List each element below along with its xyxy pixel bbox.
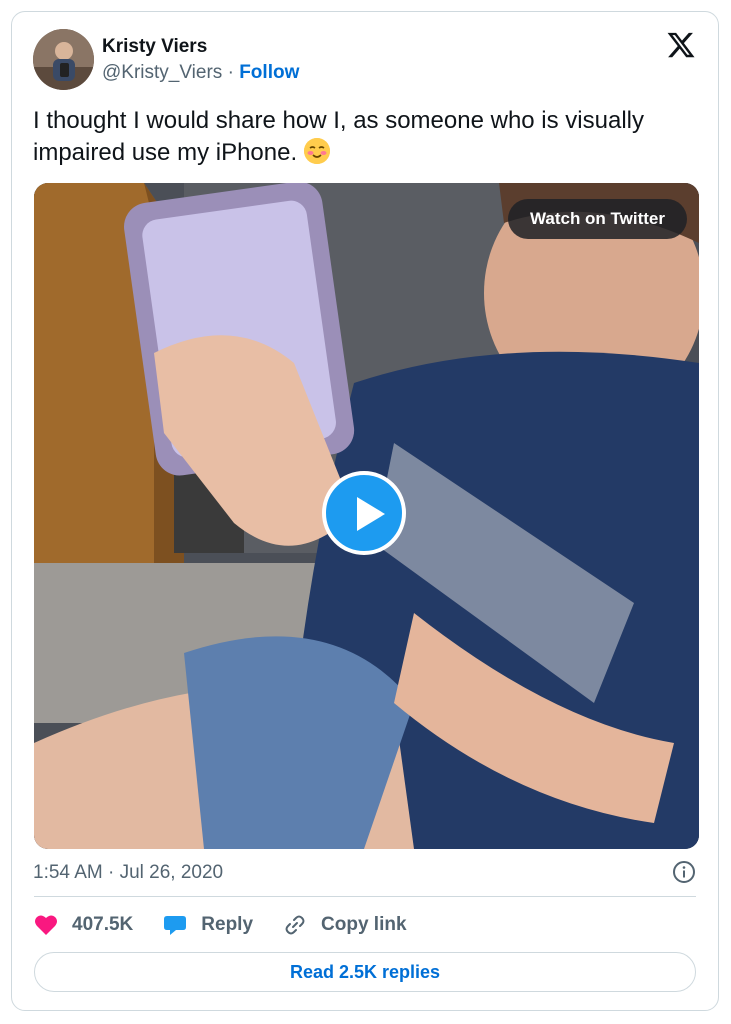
like-count: 407.5K bbox=[72, 914, 134, 935]
divider bbox=[34, 896, 696, 897]
follow-button[interactable]: Follow bbox=[239, 62, 299, 83]
tweet-text: I thought I would share how I, as someon… bbox=[33, 105, 653, 169]
reply-bubble-icon bbox=[164, 916, 187, 935]
author-handle[interactable]: @Kristy_Viers bbox=[102, 62, 222, 83]
info-icon[interactable] bbox=[672, 860, 696, 884]
play-icon[interactable] bbox=[322, 471, 406, 555]
avatar[interactable] bbox=[33, 29, 94, 90]
reply-label: Reply bbox=[201, 914, 254, 935]
reply-button[interactable]: Reply bbox=[163, 913, 253, 937]
smiling-blushing-face-emoji-icon bbox=[303, 138, 330, 164]
timestamp[interactable]: 1:54 AM · Jul 26, 2020 bbox=[33, 862, 223, 884]
watch-on-twitter-button[interactable]: Watch on Twitter bbox=[507, 199, 687, 239]
tweet-card: Kristy Viers @Kristy_Viers · Follow I th… bbox=[11, 11, 719, 1011]
tweet-text-content: I thought I would share how I, as someon… bbox=[33, 107, 644, 166]
read-replies-button[interactable]: Read 2.5K replies bbox=[34, 952, 696, 992]
tweet-actions: 407.5K Reply Copy link bbox=[34, 910, 437, 940]
video-thumbnail[interactable]: Watch on Twitter bbox=[34, 183, 699, 849]
copy-link-button[interactable]: Copy link bbox=[283, 913, 407, 937]
heart-icon bbox=[35, 915, 57, 935]
link-icon bbox=[285, 915, 305, 935]
x-logo-icon[interactable] bbox=[666, 30, 696, 60]
handle-separator: · bbox=[227, 62, 234, 83]
author-handle-row: @Kristy_Viers · Follow bbox=[102, 62, 299, 84]
author-name[interactable]: Kristy Viers bbox=[102, 36, 207, 58]
copy-link-label: Copy link bbox=[321, 914, 407, 935]
like-button[interactable]: 407.5K bbox=[34, 914, 133, 936]
